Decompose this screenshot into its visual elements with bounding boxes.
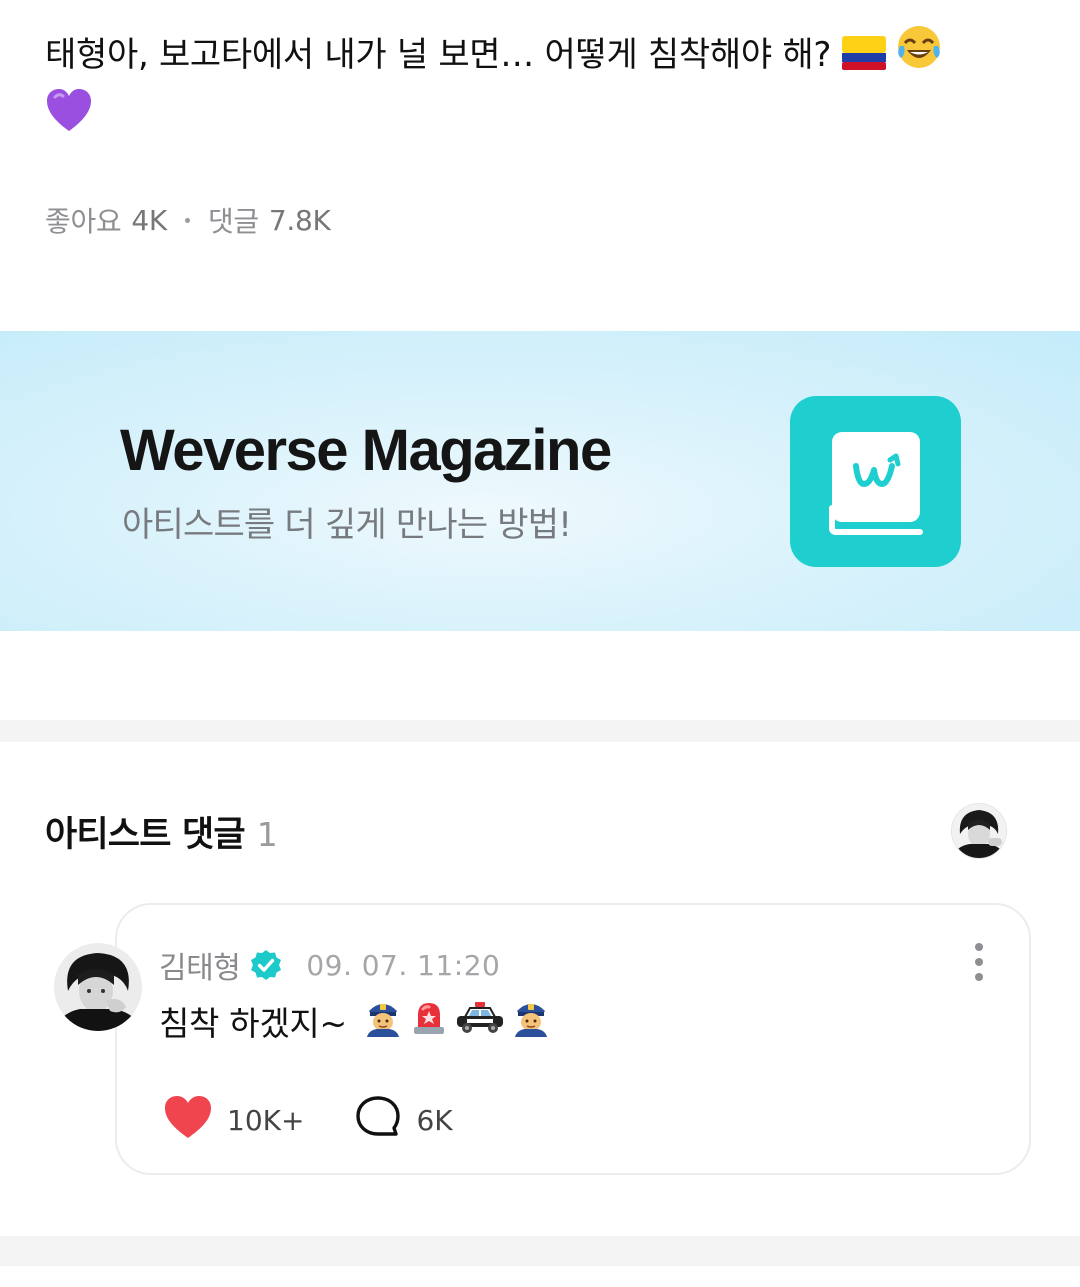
- section-divider: [0, 720, 1080, 742]
- comment-emojis: [363, 997, 551, 1045]
- reply-count: 6K: [416, 1103, 453, 1137]
- post-likes[interactable]: 좋아요 4K: [45, 200, 167, 240]
- artist-avatar-small[interactable]: [951, 803, 1007, 859]
- artist-comment-card[interactable]: 김태형 09. 07. 11:20 침착 하겠지~ 10K+ 6K: [115, 903, 1031, 1175]
- tears-of-joy-icon: [896, 24, 942, 87]
- reply-bubble-icon: [354, 1094, 402, 1147]
- section-count: 1: [256, 815, 278, 854]
- siren-icon: [409, 997, 449, 1045]
- police-officer-icon: [511, 997, 551, 1045]
- weverse-magazine-book-icon: [790, 396, 961, 567]
- author-name[interactable]: 김태형: [159, 943, 241, 987]
- heart-icon: [163, 1094, 213, 1147]
- comment-actions: 10K+ 6K: [163, 1095, 453, 1145]
- purple-heart-icon: [45, 87, 93, 150]
- more-options-icon[interactable]: [967, 941, 991, 983]
- likes-count: 4K: [131, 203, 167, 237]
- verified-badge-icon: [250, 949, 282, 981]
- post-stats: 좋아요 4K 댓글 7.8K: [45, 200, 331, 240]
- comment-body: 침착 하겠지~: [159, 997, 551, 1045]
- comments-count: 7.8K: [268, 203, 331, 237]
- post-content: 태형아, 보고타에서 내가 널 보면… 어떻게 침착해야 해?: [45, 24, 1045, 150]
- comment-author-row: 김태형 09. 07. 11:20: [159, 943, 500, 987]
- like-count: 10K+: [227, 1103, 305, 1137]
- like-button[interactable]: 10K+: [163, 1094, 304, 1147]
- banner-subtitle: 아티스트를 더 깊게 만나는 방법!: [122, 505, 572, 545]
- artist-comments-header: 아티스트 댓글 1: [45, 806, 278, 857]
- comment-text: 침착 하겠지~: [159, 1004, 347, 1043]
- post-text: 태형아, 보고타에서 내가 널 보면… 어떻게 침착해야 해?: [45, 35, 832, 75]
- comment-timestamp: 09. 07. 11:20: [306, 948, 501, 982]
- author-avatar[interactable]: [54, 943, 142, 1031]
- post-comments[interactable]: 댓글 7.8K: [208, 200, 331, 240]
- colombia-flag-icon: [841, 31, 886, 87]
- section-title: 아티스트 댓글: [45, 815, 246, 855]
- comments-label: 댓글: [207, 205, 259, 238]
- separator-dot: [184, 217, 190, 223]
- weverse-magazine-banner[interactable]: Weverse Magazine 아티스트를 더 깊게 만나는 방법!: [0, 331, 1080, 631]
- section-divider-bottom: [0, 1236, 1080, 1266]
- police-car-icon: [455, 999, 505, 1043]
- banner-title: Weverse Magazine: [120, 418, 612, 483]
- likes-label: 좋아요: [45, 205, 122, 238]
- reply-button[interactable]: 6K: [354, 1094, 453, 1147]
- police-officer-icon: [363, 997, 403, 1045]
